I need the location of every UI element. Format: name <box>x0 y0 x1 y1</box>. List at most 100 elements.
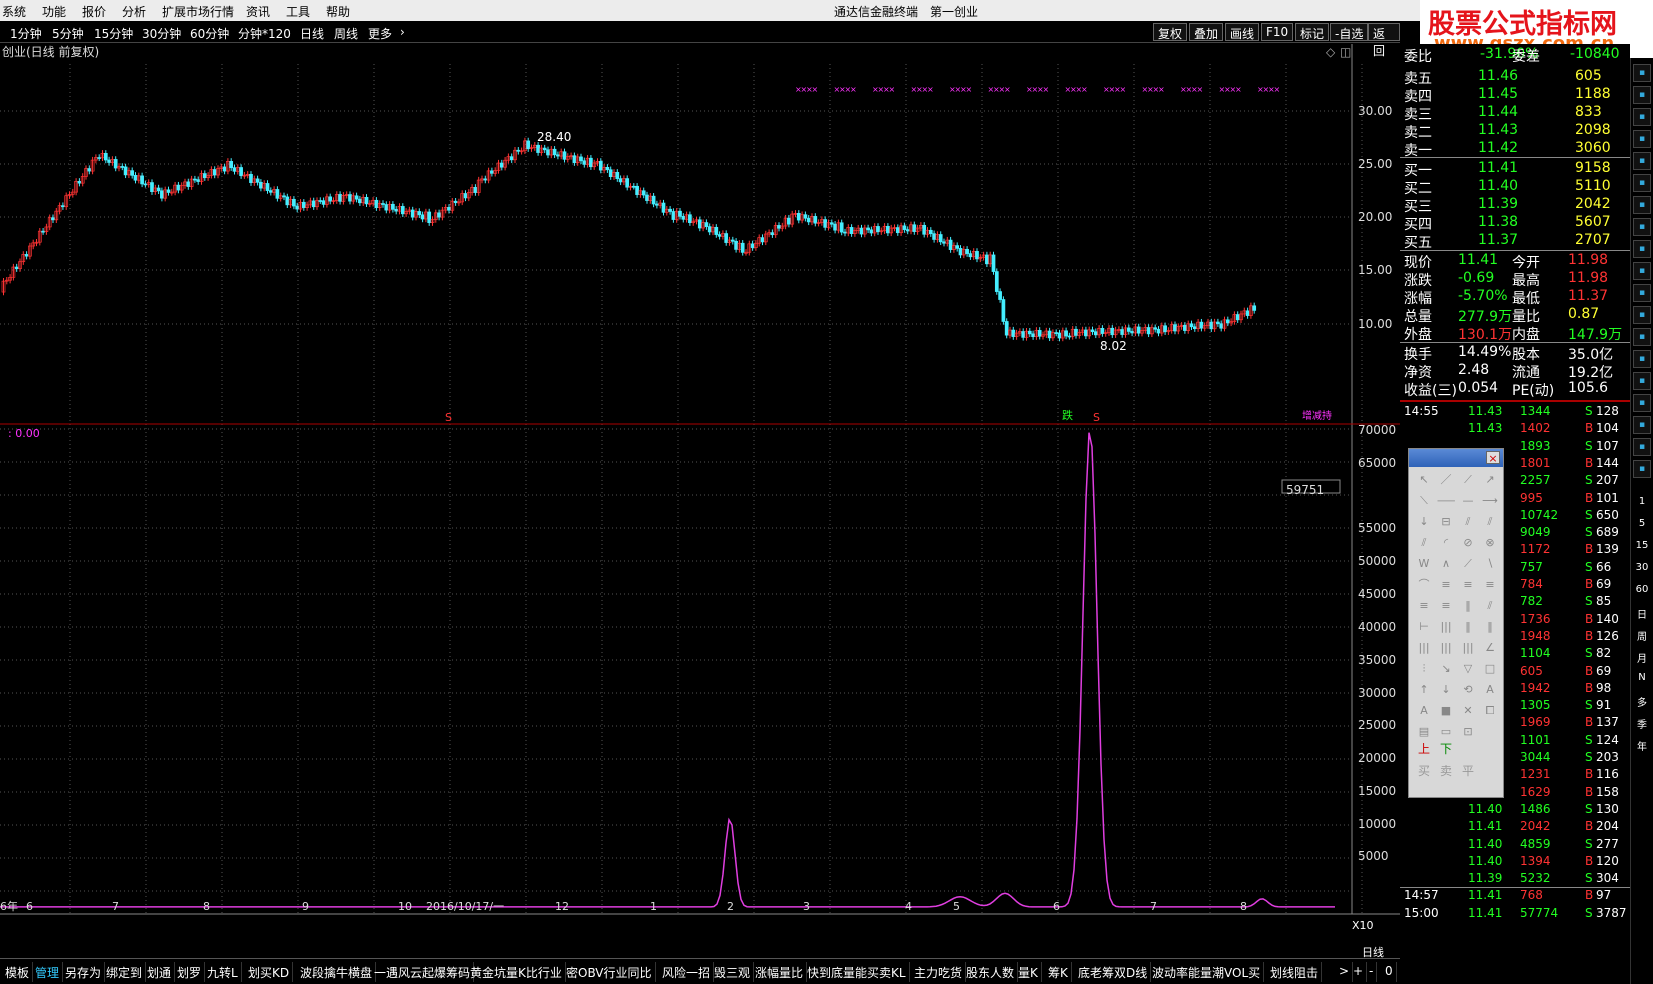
indicator-tab[interactable]: 另存为 <box>62 962 106 982</box>
mark-button[interactable]: 标记 <box>1295 23 1330 41</box>
draw-tool-icon[interactable]: ‖ <box>1459 597 1477 615</box>
indicator-tab[interactable]: 黄金坑量K比行业 <box>467 962 566 982</box>
draw-tool-icon[interactable]: ▽ <box>1459 660 1477 678</box>
period-5min[interactable]: 5分钟 <box>52 25 84 42</box>
pencil-icon[interactable]: ▪ <box>1633 416 1651 434</box>
draw-tool-icon[interactable]: ⊗ <box>1481 534 1499 552</box>
menu-item-analysis[interactable]: 分析 <box>122 3 146 20</box>
menu-item-system[interactable]: 系统 <box>2 3 26 20</box>
draw-tool-icon[interactable]: ||| <box>1459 639 1477 657</box>
period-120min[interactable]: 分钟*120 <box>238 25 291 42</box>
indicator-tab[interactable]: 划买KD <box>245 962 294 982</box>
f2-icon[interactable]: ▪ <box>1633 262 1651 280</box>
indicator-tab[interactable]: 涨幅量比 <box>752 962 808 982</box>
sidebar-period-8[interactable]: N <box>1634 672 1650 683</box>
draw-tool-trade-icon[interactable]: 平 <box>1459 762 1477 780</box>
draw-tool-icon[interactable]: ||| <box>1415 639 1433 657</box>
sidebar-period-4[interactable]: 60 <box>1634 584 1650 595</box>
draw-tool-trade-icon[interactable]: 卖 <box>1437 762 1455 780</box>
menu-item-news[interactable]: 资讯 <box>246 3 270 20</box>
draw-tool-icon[interactable]: ⟲ <box>1459 681 1477 699</box>
draw-tool-icon[interactable]: ⫽ <box>1481 597 1499 615</box>
draw-tool-icon[interactable]: ⟍ <box>1415 492 1433 510</box>
draw-tool-icon[interactable]: ⸺ <box>1437 492 1455 510</box>
zoom-control-2[interactable]: 0 <box>1382 962 1397 982</box>
close-icon[interactable]: × <box>1486 451 1500 465</box>
sidebar-period-6[interactable]: 周 <box>1634 628 1650 643</box>
draw-tool-icon[interactable]: ▭ <box>1437 723 1455 741</box>
draw-tool-icon[interactable]: ■ <box>1437 702 1455 720</box>
period-15min[interactable]: 15分钟 <box>94 25 133 42</box>
indicator-tab[interactable]: 绑定到 <box>103 962 147 982</box>
draw-tool-icon[interactable]: ▤ <box>1415 723 1433 741</box>
circle-icon[interactable]: ▪ <box>1633 306 1651 324</box>
draw-tool-icon[interactable]: ≡ <box>1437 597 1455 615</box>
sidebar-period-11[interactable]: 年 <box>1634 738 1650 753</box>
menu-item-ext-market[interactable]: 扩展市场行情 <box>162 3 234 20</box>
f10-button[interactable]: F10 <box>1261 23 1294 41</box>
indicator-tab[interactable]: 划通 <box>144 962 176 982</box>
draw-tool-icon[interactable]: ↖ <box>1415 471 1433 489</box>
menu-item-tools[interactable]: 工具 <box>286 3 310 20</box>
grid-icon[interactable]: ▪ <box>1633 108 1651 126</box>
draw-tool-trade-icon[interactable]: 下 <box>1437 740 1455 758</box>
menu-item-help[interactable]: 帮助 <box>326 3 350 20</box>
star-icon[interactable]: ▪ <box>1633 218 1651 236</box>
draw-tool-icon[interactable]: ↘ <box>1437 660 1455 678</box>
sidebar-period-3[interactable]: 30 <box>1634 562 1650 573</box>
draw-tool-icon[interactable]: ⫶ <box>1415 660 1433 678</box>
draw-tool-icon[interactable]: ∖ <box>1481 555 1499 573</box>
palette-titlebar[interactable]: × <box>1409 449 1503 467</box>
period-more[interactable]: 更多 <box>368 25 392 42</box>
indicator-tab[interactable]: 波动率能量潮VOL买 <box>1149 962 1265 982</box>
window-toggle-icon[interactable]: ◫ <box>1340 45 1351 59</box>
rsi-icon[interactable]: ▪ <box>1633 350 1651 368</box>
draw-tool-icon[interactable]: — <box>1459 492 1477 510</box>
draw-tool-icon[interactable]: ||| <box>1437 639 1455 657</box>
indicator-tab[interactable]: 九转L <box>204 962 242 982</box>
indicator-tab[interactable]: 密OBV行业同比 <box>563 962 656 982</box>
remove-watchlist-button[interactable]: -自选 <box>1330 23 1369 41</box>
zoom-control-0[interactable]: + <box>1350 962 1368 982</box>
f10-icon[interactable]: ▪ <box>1633 196 1651 214</box>
draw-tool-icon[interactable]: ⫽ <box>1415 534 1433 552</box>
draw-tool-icon[interactable]: ⧠ <box>1481 702 1499 720</box>
draw-tool-icon[interactable]: ∠ <box>1481 639 1499 657</box>
period-60min[interactable]: 60分钟 <box>190 25 229 42</box>
draw-tool-icon[interactable]: ⊘ <box>1459 534 1477 552</box>
indicator-tab[interactable]: 划罗 <box>174 962 206 982</box>
back-button[interactable]: 返回 <box>1368 23 1400 58</box>
indicator-tab[interactable]: 风险一招 <box>659 962 715 982</box>
indicator-tab[interactable]: 划线阻击 <box>1267 962 1323 982</box>
draw-tool-icon[interactable]: ／ <box>1437 471 1455 489</box>
draw-tool-icon[interactable]: □ <box>1481 660 1499 678</box>
sidebar-period-1[interactable]: 5 <box>1634 518 1650 529</box>
calendar-icon[interactable]: ▪ <box>1633 240 1651 258</box>
draw-tool-icon[interactable]: ⊟ <box>1437 513 1455 531</box>
draw-tool-icon[interactable]: ⟋ <box>1459 555 1477 573</box>
draw-tool-icon[interactable]: W <box>1415 555 1433 573</box>
indicator-tab[interactable]: 毁三观 <box>711 962 755 982</box>
drawing-tool-palette[interactable]: × ↖ ／ ⟋ ↗ ⟍ ⸺ — ⟶ ↓ ⊟ ⫽ ⫽ ⫽ ◜ ⊘ ⊗ W ∧ ⟋ ∖ ⌒ ≡ ≡ ≡ ≡ ≡ ‖ ⫽ ⊢ ||| ‖ ‖ ||| |… <box>1408 448 1504 798</box>
indicator-tab[interactable]: 股东人数 <box>963 962 1019 982</box>
draw-tool-icon[interactable]: ||| <box>1437 618 1455 636</box>
period-30min[interactable]: 30分钟 <box>142 25 181 42</box>
draw-tool-icon[interactable]: ≡ <box>1459 576 1477 594</box>
draw-tool-icon[interactable]: ‖ <box>1459 618 1477 636</box>
indicator-tab[interactable]: 一遇风云起爆筹码 <box>371 962 475 982</box>
draw-tool-icon[interactable]: ↗ <box>1481 471 1499 489</box>
draw-tool-icon[interactable]: ↑ <box>1415 681 1433 699</box>
dollar-icon[interactable]: ▪ <box>1633 372 1651 390</box>
draw-tool-icon[interactable]: ⊢ <box>1415 618 1433 636</box>
draw-tool-icon[interactable]: ⟋ <box>1459 471 1477 489</box>
draw-tool-trade-icon[interactable]: 买 <box>1415 762 1433 780</box>
indicator-tab[interactable]: 底老筹双D线 <box>1075 962 1152 982</box>
indicator-tab[interactable]: 筹K <box>1045 962 1072 982</box>
draw-tool-icon[interactable]: A <box>1415 702 1433 720</box>
indicator-tab[interactable]: 管理 <box>32 962 64 982</box>
draw-tool-icon[interactable]: ⫽ <box>1481 513 1499 531</box>
draw-tool-icon[interactable]: ⫽ <box>1459 513 1477 531</box>
down-arrow-icon[interactable]: ▪ <box>1633 64 1651 82</box>
sidebar-period-9[interactable]: 多 <box>1634 694 1650 709</box>
menu-item-quote[interactable]: 报价 <box>82 3 106 20</box>
